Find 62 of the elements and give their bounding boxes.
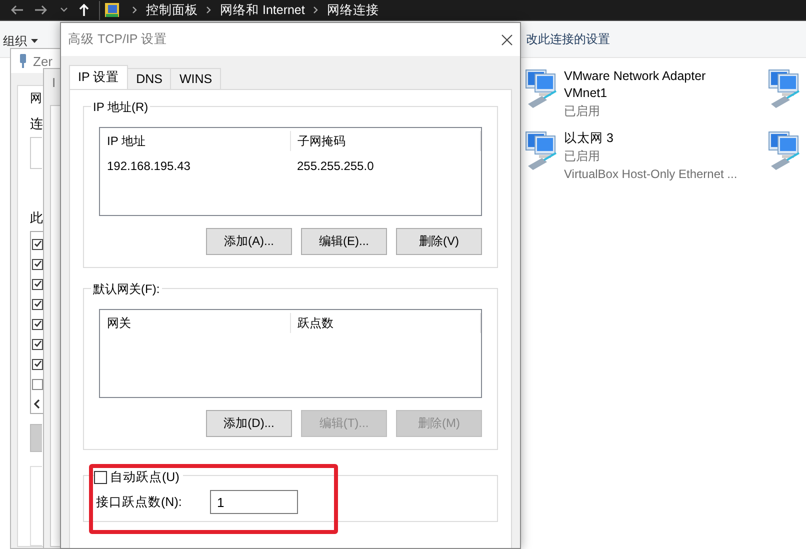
group-label: IP 地址(R) [91, 99, 150, 116]
breadcrumb[interactable]: 网络和 Internet [220, 2, 305, 18]
tab[interactable]: 网 [30, 90, 42, 108]
toolbar-command[interactable]: 改此连接的设置 [526, 30, 610, 48]
column-header[interactable]: IP 地址 [100, 131, 290, 151]
button[interactable]: 添加(D)... [206, 410, 292, 437]
list-label: 此 [30, 208, 43, 227]
checkbox[interactable] [32, 278, 43, 290]
checkbox[interactable] [32, 338, 43, 350]
column-header[interactable]: 网关 [100, 313, 290, 333]
checkbox[interactable] [94, 471, 107, 484]
field-label: 接口跃点数(N): [96, 494, 183, 510]
scroll-left-icon[interactable] [33, 398, 41, 409]
chevron-right-icon [206, 6, 212, 14]
table-cell[interactable]: 192.168.195.43 [100, 159, 290, 173]
checkbox[interactable] [32, 298, 43, 310]
tab[interactable]: WINS [170, 68, 222, 89]
input-field[interactable] [30, 137, 42, 169]
up-arrow-icon[interactable] [78, 3, 90, 17]
checkbox[interactable] [32, 238, 43, 250]
checkbox[interactable] [32, 318, 43, 330]
window-title: Zer [33, 54, 52, 68]
checkmark-icon [34, 260, 42, 268]
adapter-status: 已启用 [564, 148, 601, 165]
organize-menu[interactable]: 组织 [0, 32, 38, 50]
checkbox-label[interactable]: 自动跃点(U) [107, 469, 184, 486]
window-title: 高级 TCP/IP 设置 [68, 31, 168, 48]
input-field[interactable]: 1 [210, 490, 298, 514]
checkmark-icon [34, 320, 42, 328]
adapter-name[interactable]: VMware Network Adapter VMnet1 [564, 68, 734, 102]
field-label: 连 [30, 115, 43, 134]
button[interactable]: 删除(V) [396, 228, 482, 255]
checkmark-icon [34, 280, 42, 288]
button[interactable]: 添加(A)... [206, 228, 292, 255]
column-header[interactable]: 跃点数 [290, 313, 481, 333]
checkbox[interactable] [32, 378, 43, 390]
address-field[interactable]: 控制面板 网络和 Internet 网络连接 [99, 0, 806, 20]
close-icon[interactable] [501, 34, 513, 46]
caret-icon [31, 38, 38, 44]
group-label: 默认网关(F): [91, 281, 162, 298]
back-arrow-icon[interactable] [10, 4, 24, 16]
checkmark-icon [34, 300, 42, 308]
checkmark-icon [34, 360, 42, 368]
tab[interactable]: IP 设置 [69, 65, 128, 89]
checkmark-icon [34, 240, 42, 248]
checkmark-icon [34, 340, 42, 348]
adapter-name[interactable]: 以太网 3 [564, 130, 734, 147]
breadcrumb[interactable]: 网络连接 [326, 2, 379, 18]
forward-arrow-icon[interactable] [34, 4, 48, 16]
adapter-device: VirtualBox Host-Only Ethernet ... [564, 166, 738, 183]
chevron-right-icon [132, 6, 138, 14]
chevron-down-icon[interactable] [60, 7, 68, 13]
table-cell[interactable]: 255.255.255.0 [290, 159, 480, 173]
button[interactable]: 编辑(E)... [301, 228, 387, 255]
breadcrumb[interactable]: 控制面板 [146, 2, 198, 18]
checkbox[interactable] [32, 358, 43, 370]
chevron-right-icon [312, 6, 319, 14]
checkbox[interactable] [32, 258, 43, 270]
adapter-status: 已启用 [564, 103, 601, 120]
adapter-icon [19, 54, 27, 68]
control-panel-icon [104, 2, 120, 18]
column-header[interactable]: 子网掩码 [290, 131, 481, 151]
